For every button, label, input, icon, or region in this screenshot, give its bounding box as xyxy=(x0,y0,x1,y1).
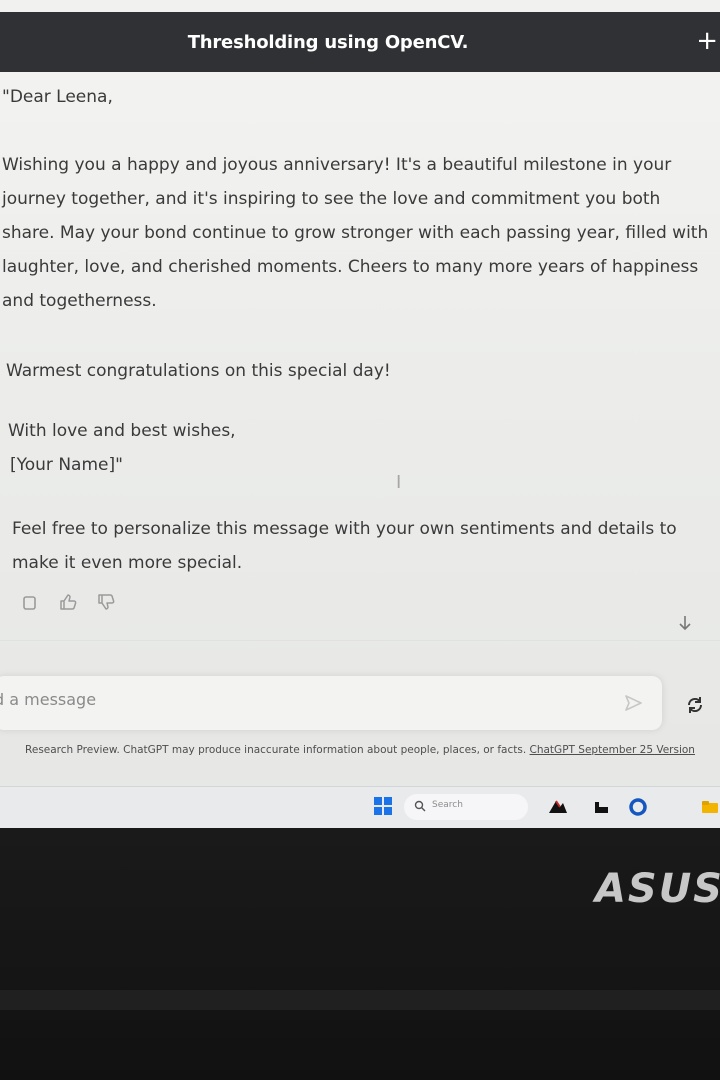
thumbs-down-icon[interactable] xyxy=(96,592,116,612)
message-note: Feel free to personalize this message wi… xyxy=(12,519,677,573)
message-input[interactable]: d a message xyxy=(0,676,662,730)
thumbs-up-icon[interactable] xyxy=(58,592,78,612)
edge-icon[interactable] xyxy=(628,797,648,817)
arrow-down-icon[interactable] xyxy=(674,612,696,634)
taskbar-search[interactable]: Search xyxy=(404,794,528,820)
disclaimer-text: Research Preview. ChatGPT may produce in… xyxy=(25,744,527,756)
message-actions xyxy=(20,592,116,612)
text-cursor-icon: I xyxy=(396,472,402,493)
plus-icon: + xyxy=(696,26,718,56)
regenerate-icon[interactable] xyxy=(684,694,706,716)
app-icon[interactable] xyxy=(548,797,568,817)
windows-taskbar xyxy=(0,786,720,828)
disclaimer-footer: Research Preview. ChatGPT may produce in… xyxy=(0,740,720,761)
brand-logo: ASUS xyxy=(594,866,720,912)
copy-icon[interactable] xyxy=(20,592,40,612)
windows-logo-icon[interactable] xyxy=(374,797,392,815)
message-signoff: With love and best wishes, xyxy=(8,421,236,441)
monitor-screen: Thresholding using OpenCV. + "Dear Leena… xyxy=(0,0,720,828)
divider xyxy=(0,640,720,641)
file-explorer-icon[interactable] xyxy=(592,797,612,817)
browser-top-strip xyxy=(0,0,720,12)
new-chat-button[interactable]: + xyxy=(696,28,718,54)
message-input-placeholder: d a message xyxy=(0,690,97,709)
search-icon xyxy=(414,800,426,812)
taskbar-search-label: Search xyxy=(432,800,463,810)
laptop-bezel-edge xyxy=(0,990,720,1010)
version-link[interactable]: ChatGPT September 25 Version xyxy=(530,744,695,756)
message-greeting: "Dear Leena, xyxy=(2,87,113,107)
message-congrats: Warmest congratulations on this special … xyxy=(6,361,391,381)
send-icon[interactable] xyxy=(622,692,644,714)
message-body: Wishing you a happy and joyous anniversa… xyxy=(2,155,709,311)
message-name: [Your Name]" xyxy=(10,455,123,475)
folder-icon[interactable] xyxy=(700,797,720,817)
chat-title: Thresholding using OpenCV. xyxy=(187,32,469,53)
